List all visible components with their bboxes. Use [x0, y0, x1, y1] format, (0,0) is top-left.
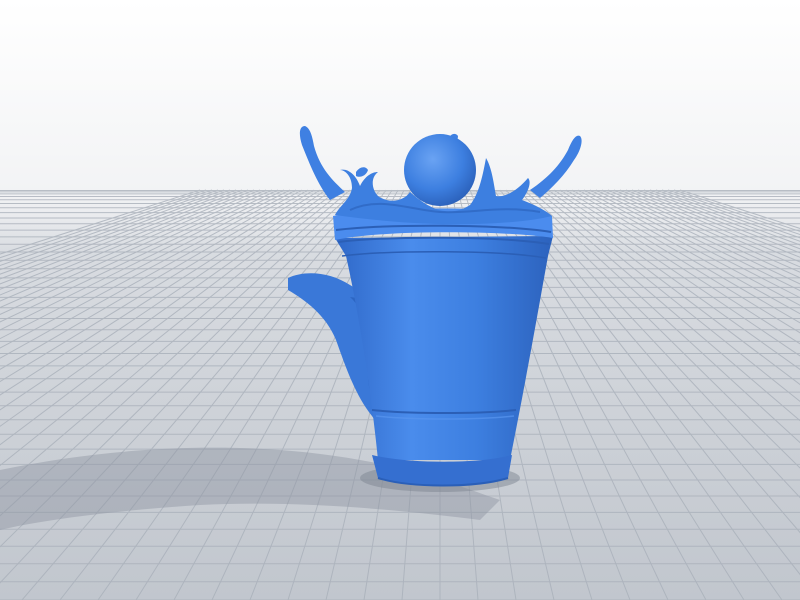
scene-svg — [0, 0, 800, 600]
ball — [404, 134, 476, 206]
render-viewport — [0, 0, 800, 600]
